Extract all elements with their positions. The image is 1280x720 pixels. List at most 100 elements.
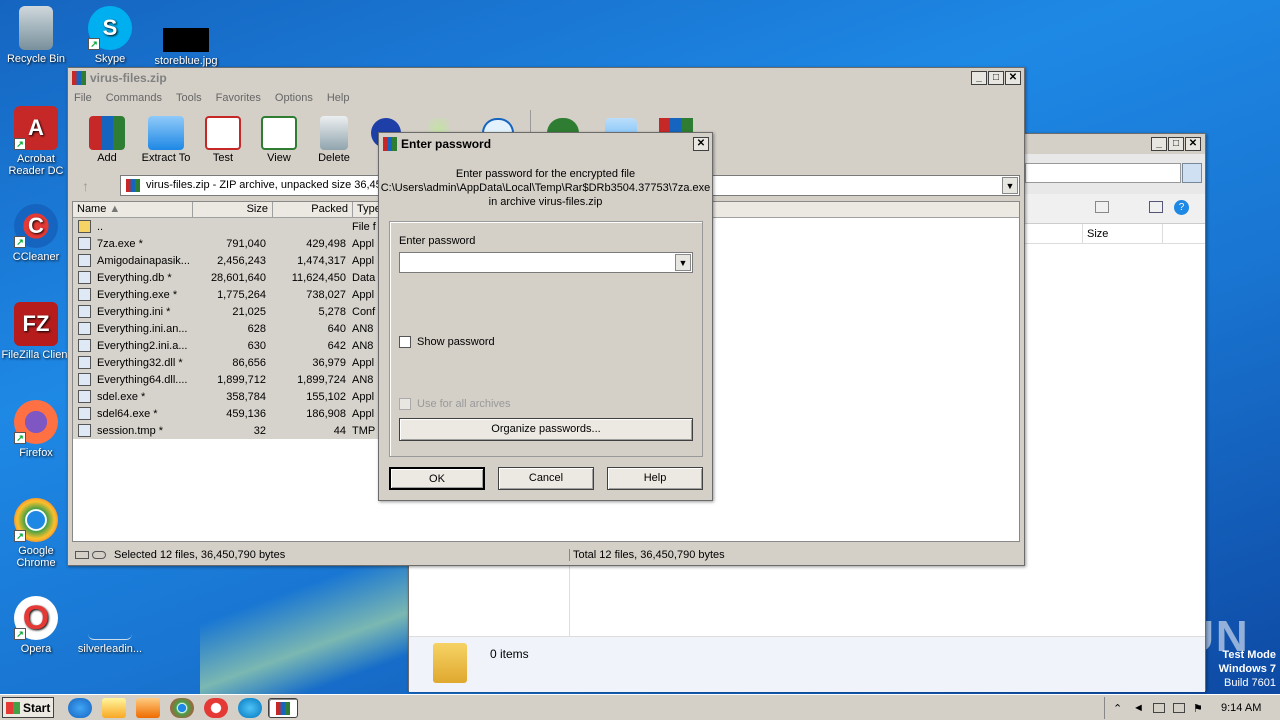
menu-options[interactable]: Options (275, 92, 313, 104)
cancel-button[interactable]: Cancel (498, 467, 594, 490)
wallpaper-swoosh (200, 560, 420, 694)
close-button[interactable]: ✕ (693, 136, 709, 151)
taskbar: Start ⌃ ◄ ⚑ 9:14 AM (0, 694, 1280, 720)
toolbar-extract-button[interactable]: Extract To (134, 116, 198, 164)
flag-icon[interactable]: ⚑ (1193, 702, 1203, 715)
table-row[interactable]: Everything32.dll * 86,656 36,979 Appl (73, 354, 393, 371)
ok-button[interactable]: OK (389, 467, 485, 490)
toolbar-delete-button[interactable]: Delete (302, 116, 366, 164)
status-left: Selected 12 files, 36,450,790 bytes (114, 549, 286, 561)
desktop-icon-opera[interactable]: O ↗ Opera (0, 596, 72, 655)
password-dialog[interactable]: Enter password ✕ Enter password for the … (378, 132, 713, 501)
chevron-down-icon[interactable]: ▼ (675, 254, 691, 271)
minimize-button[interactable]: _ (1151, 137, 1167, 151)
desktop-icon-chrome[interactable]: ↗ Google Chrome (0, 498, 72, 569)
password-input[interactable]: ▼ (399, 252, 693, 273)
help-icon[interactable]: ? (1174, 200, 1189, 215)
checkbox-icon[interactable] (399, 336, 411, 348)
help-button[interactable]: Help (607, 467, 703, 490)
filezilla-icon: FZ (14, 302, 58, 346)
search-input[interactable] (1025, 163, 1181, 183)
opera-icon[interactable] (204, 698, 228, 718)
show-password-label: Show password (417, 336, 495, 348)
network-icon[interactable] (1153, 703, 1165, 713)
table-row[interactable]: sdel.exe * 358,784 155,102 Appl (73, 388, 393, 405)
desktop-icon-filezilla[interactable]: FZ FileZilla Client (0, 302, 72, 361)
dialog-titlebar[interactable]: Enter password ✕ (379, 133, 712, 154)
toolbar-test-button[interactable]: Test (191, 116, 255, 164)
table-row[interactable]: Everything.exe * 1,775,264 738,027 Appl (73, 286, 393, 303)
column-size[interactable]: Size (193, 202, 273, 217)
menu-tools[interactable]: Tools (176, 92, 202, 104)
menu-commands[interactable]: Commands (106, 92, 162, 104)
desktop-icon-skype[interactable]: S ↗ Skype (74, 6, 146, 65)
maximize-button[interactable]: □ (988, 71, 1004, 85)
preview-pane-icon[interactable] (1149, 201, 1163, 213)
menu-file[interactable]: File (74, 92, 92, 104)
volume-icon[interactable]: ◄ (1133, 702, 1145, 714)
table-row[interactable]: Amigodainapasik.... 2,456,243 1,474,317 App… (73, 252, 393, 269)
table-row[interactable]: session.tmp * 32 44 TMP (73, 422, 393, 439)
menu-help[interactable]: Help (327, 92, 350, 104)
media-player-icon[interactable] (136, 698, 160, 718)
desktop-icon-firefox[interactable]: ↗ Firefox (0, 400, 72, 459)
desktop-icon-acrobat[interactable]: A ↗ Acrobat Reader DC (0, 106, 72, 177)
column-name[interactable]: Name ▲ (73, 202, 193, 217)
close-button[interactable]: ✕ (1185, 137, 1201, 151)
table-row[interactable]: Everything2.ini.a... 630 642 AN8 (73, 337, 393, 354)
desktop-icon-storeblue[interactable]: storeblue.jpg (150, 6, 222, 67)
checkbox-icon[interactable] (399, 398, 411, 410)
minimize-button[interactable]: _ (971, 71, 987, 85)
cell-packed: 36,979 (312, 356, 346, 369)
cell-size: 1,899,712 (217, 373, 266, 386)
table-row[interactable]: .. File f (73, 218, 393, 235)
table-row[interactable]: Everything.ini.an... 628 640 AN8 (73, 320, 393, 337)
toolbar-label: Delete (318, 152, 350, 164)
menu-favorites[interactable]: Favorites (216, 92, 261, 104)
winrar-titlebar[interactable]: virus-files.zip _ □ ✕ (68, 68, 1024, 88)
desktop-icon-silverleadin[interactable]: silverleadin... (74, 596, 146, 655)
skype-icon: S ↗ (88, 6, 132, 50)
winrar-taskbar-button[interactable] (268, 698, 298, 718)
message-line-3: in archive virus-files.zip (488, 196, 603, 208)
explorer-icon[interactable] (102, 698, 126, 718)
table-row[interactable]: Everything.ini * 21,025 5,278 Conf (73, 303, 393, 320)
file-icon (88, 596, 132, 640)
chevron-down-icon[interactable]: ▼ (1002, 177, 1018, 194)
search-icon[interactable] (1182, 163, 1202, 183)
acrobat-icon: A ↗ (14, 106, 58, 150)
table-row[interactable]: 7za.exe * 791,040 429,498 Appl (73, 235, 393, 252)
chrome-icon[interactable] (170, 698, 194, 718)
clock[interactable]: 9:14 AM (1221, 702, 1261, 714)
table-row[interactable]: sdel64.exe * 459,136 186,908 Appl (73, 405, 393, 422)
up-arrow-icon[interactable]: ↑ (82, 178, 100, 194)
toolbar-add-button[interactable]: Add (75, 116, 139, 164)
tray-chevron-icon[interactable]: ⌃ (1113, 702, 1123, 715)
cell-name: Everything64.dll.... (97, 373, 188, 386)
desktop-icon-ccleaner[interactable]: C ↗ CCleaner (0, 204, 72, 263)
display-icon[interactable] (1173, 703, 1185, 713)
column-packed[interactable]: Packed (273, 202, 353, 217)
view-options-icon[interactable] (1095, 201, 1109, 213)
desktop-icon-recycle-bin[interactable]: Recycle Bin (0, 6, 72, 65)
maximize-button[interactable]: □ (1168, 137, 1184, 151)
message-line-2: C:\Users\admin\AppData\Local\Temp\Rar$DR… (380, 182, 711, 194)
table-row[interactable]: Everything64.dll.... 1,899,712 1,899,724 AN… (73, 371, 393, 388)
use-all-archives-checkbox[interactable]: Use for all archives (399, 398, 511, 410)
add-icon (89, 116, 125, 150)
desktop-icon-label: storeblue.jpg (154, 55, 218, 67)
cell-packed: 11,624,450 (291, 271, 346, 284)
window-title: virus-files.zip (90, 71, 167, 85)
menu-bar: File Commands Tools Favorites Options He… (68, 88, 1024, 107)
edge-icon[interactable] (238, 698, 262, 718)
show-password-checkbox[interactable]: Show password (399, 336, 495, 348)
close-button[interactable]: ✕ (1005, 71, 1021, 85)
cell-packed: 429,498 (306, 237, 346, 250)
table-row[interactable]: Everything.db * 28,601,640 11,624,450 Data (73, 269, 393, 286)
desktop-icon-label: Skype (94, 53, 126, 65)
start-button[interactable]: Start (2, 697, 54, 718)
organize-passwords-button[interactable]: Organize passwords... (399, 418, 693, 441)
ie-icon[interactable] (68, 698, 92, 718)
column-size[interactable]: Size (1083, 224, 1163, 243)
test-mode-text: Test Mode Windows 7 Build 7601 (1218, 649, 1276, 689)
